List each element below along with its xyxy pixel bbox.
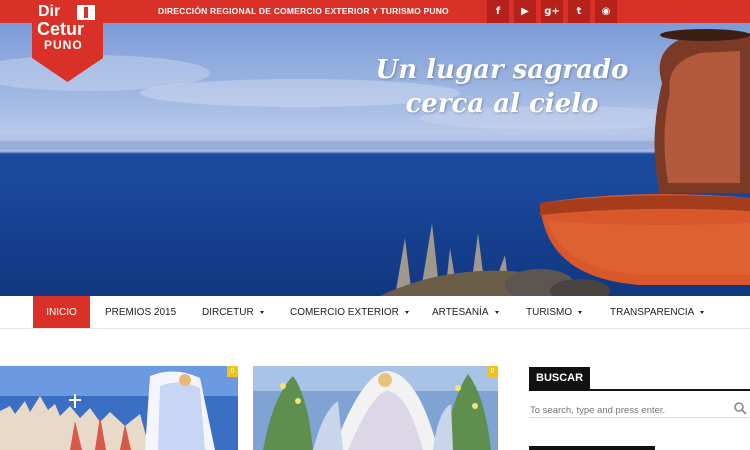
post-card[interactable]: 0 — [253, 366, 498, 450]
search-input[interactable] — [529, 404, 750, 418]
hero-banner: Un lugar sagrado cerca al cielo — [0, 23, 750, 296]
chevron-down-icon — [259, 310, 264, 314]
nav-item-premios-2015[interactable]: PREMIOS 2015 — [105, 296, 176, 328]
nav-item-transparencia[interactable]: TRANSPARENCIA — [610, 296, 705, 328]
nav-label: INICIO — [46, 306, 77, 318]
logo-text-dir: Dir — [38, 3, 61, 20]
post-thumbnail-image — [0, 366, 238, 450]
nav-label: PREMIOS 2015 — [105, 306, 177, 318]
next-widget-title — [529, 446, 655, 450]
nav-item-dircetur[interactable]: DIRCETUR — [202, 296, 264, 328]
nav-label: TURISMO — [526, 306, 573, 318]
hero-slogan: Un lugar sagrado cerca al cielo — [362, 53, 642, 121]
nav-item-artesania[interactable]: ARTESANÍA — [432, 296, 499, 328]
logo-text-puno: PUNO — [44, 38, 83, 52]
comment-count-badge: 0 — [487, 366, 498, 377]
post-card[interactable]: 0 — [0, 366, 238, 450]
chevron-down-icon — [404, 310, 409, 314]
top-bar: DIRECCIÓN REGIONAL DE COMERCIO EXTERIOR … — [0, 0, 750, 23]
hero-slogan-line-2: cerca al cielo — [405, 89, 599, 119]
rss-icon[interactable]: ◉ — [595, 0, 617, 23]
widget-title-underline — [529, 389, 750, 391]
youtube-icon[interactable]: ▶ — [514, 0, 536, 23]
facebook-icon[interactable]: f — [487, 0, 509, 23]
post-thumbnail-image — [253, 366, 498, 450]
chevron-down-icon — [700, 310, 705, 314]
chevron-down-icon — [494, 310, 499, 314]
site-logo[interactable]: Dir Cetur PUNO — [32, 0, 103, 82]
nav-label: ARTESANÍA — [432, 306, 489, 318]
logo-flag-icon — [77, 5, 95, 20]
google-plus-icon[interactable]: g+ — [541, 0, 563, 23]
nav-label: DIRCETUR — [202, 306, 254, 318]
search-icon[interactable] — [733, 401, 747, 415]
twitter-icon[interactable]: t — [568, 0, 590, 23]
hero-slogan-line-1: Un lugar sagrado — [375, 55, 629, 85]
comment-count-badge: 0 — [227, 366, 238, 377]
nav-item-comercio-exterior[interactable]: COMERCIO EXTERIOR — [290, 296, 409, 328]
nav-item-inicio[interactable]: INICIO — [33, 296, 90, 328]
social-links: f ▶ g+ t ◉ — [482, 0, 617, 23]
nav-label: COMERCIO EXTERIOR — [290, 306, 399, 318]
site-title: DIRECCIÓN REGIONAL DE COMERCIO EXTERIOR … — [158, 6, 449, 16]
main-nav: INICIO PREMIOS 2015 DIRCETUR COMERCIO EX… — [0, 296, 750, 329]
search-widget-title: BUSCAR — [529, 367, 591, 390]
chevron-down-icon — [578, 310, 583, 314]
logo-text-cetur: Cetur — [37, 19, 85, 39]
nav-label: TRANSPARENCIA — [610, 306, 695, 318]
nav-item-turismo[interactable]: TURISMO — [526, 296, 583, 328]
